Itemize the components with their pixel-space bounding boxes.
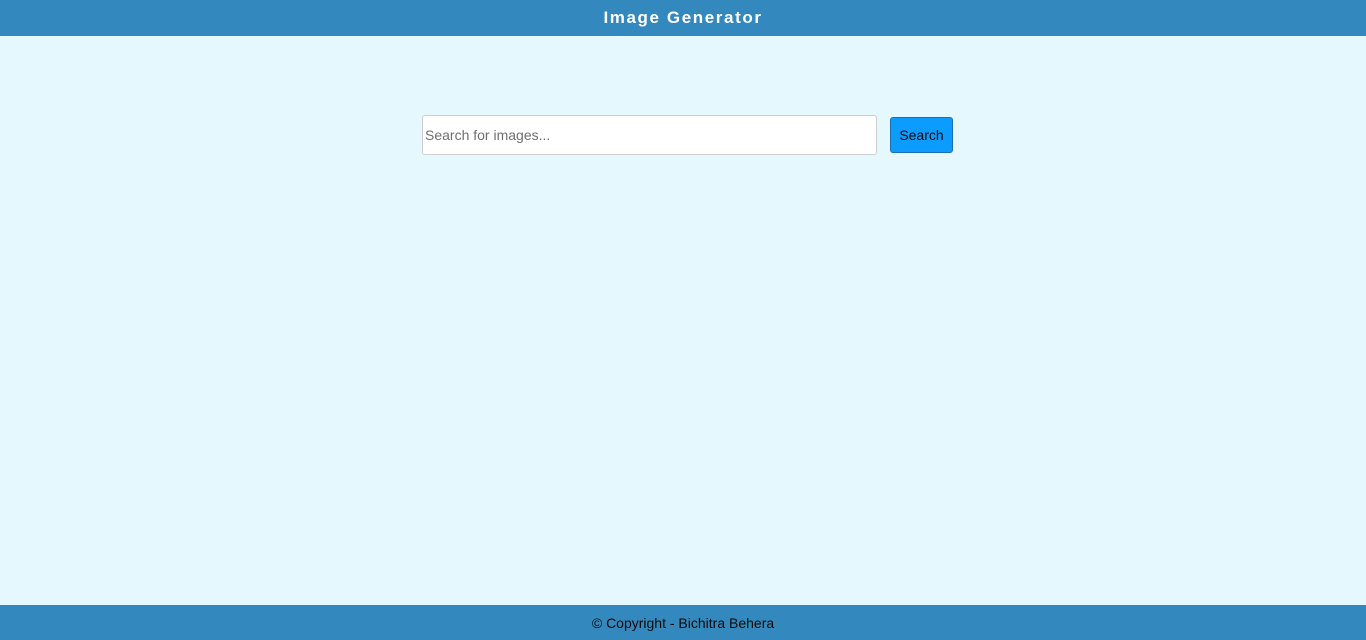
search-button[interactable]: Search (890, 117, 953, 153)
app-header: Image Generator (0, 0, 1366, 36)
search-input[interactable] (422, 115, 877, 155)
app-footer: © Copyright - Bichitra Behera (0, 605, 1366, 640)
copyright-text: © Copyright - Bichitra Behera (591, 615, 775, 631)
page-title: Image Generator (603, 7, 763, 27)
